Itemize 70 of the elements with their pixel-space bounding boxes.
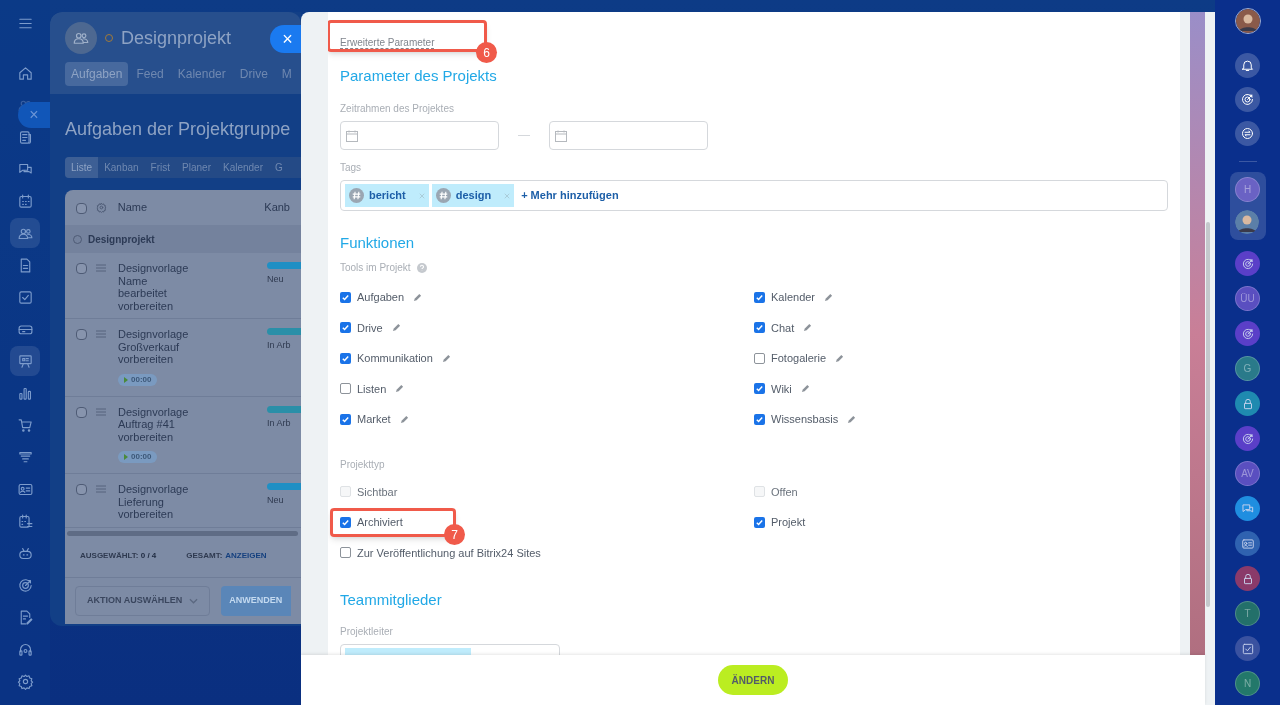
section-title: Parameter des Projekts: [340, 67, 497, 84]
view-tab[interactable]: Liste: [65, 157, 99, 178]
checkbox-label[interactable]: Projekt: [771, 514, 806, 531]
project-tab[interactable]: Drive: [233, 62, 274, 86]
field-label: Projektleiter: [340, 625, 394, 639]
field-label: Tags: [340, 161, 363, 175]
chat-avatar[interactable]: N: [1235, 671, 1260, 696]
project-tab[interactable]: Feed: [130, 62, 170, 86]
view-tab[interactable]: Kalender: [216, 157, 269, 178]
close-button[interactable]: ×: [18, 102, 50, 128]
task-name[interactable]: Designvorlage Auftrag #41 vorbereiten: [118, 405, 198, 443]
checkbox-label[interactable]: Listen: [357, 380, 387, 397]
checkbox-label[interactable]: Market: [357, 411, 391, 428]
section-title: Teammitglieder: [340, 591, 442, 608]
checkbox-label[interactable]: Wiki: [771, 380, 792, 397]
show-link[interactable]: ANZEIGEN: [225, 550, 267, 562]
change-button[interactable]: ÄNDERN: [718, 665, 788, 695]
page-heading: Aufgaben der Projektgruppe: [64, 118, 292, 141]
checkbox-label[interactable]: Fotogalerie: [771, 350, 827, 367]
tag-chip[interactable]: design: [431, 184, 515, 207]
task-name[interactable]: Designvorlage Name bearbeitet vorbereiten: [118, 262, 198, 312]
checkbox-label[interactable]: Archiviert: [357, 514, 403, 531]
stage-label: In Arb: [267, 416, 292, 430]
apply-button[interactable]: ANWENDEN: [220, 585, 291, 616]
checkbox-label[interactable]: Kommunikation: [357, 350, 433, 367]
task-name[interactable]: Designvorlage Großverkauf vorbereiten: [118, 328, 198, 366]
checkbox-label[interactable]: Drive: [357, 319, 383, 336]
close-button[interactable]: ×: [270, 25, 301, 53]
timer-badge[interactable]: 00:00: [118, 451, 158, 463]
timer-badge[interactable]: 00:00: [118, 373, 158, 386]
chat-avatar[interactable]: ÜU: [1235, 286, 1260, 311]
chat-avatar[interactable]: H: [1235, 177, 1260, 202]
checkbox-label[interactable]: Kalender: [771, 289, 816, 306]
column-header: Name: [117, 200, 149, 216]
checkbox-label[interactable]: Chat: [771, 319, 795, 336]
add-tag-link[interactable]: + Mehr hinzufügen: [521, 187, 619, 204]
tag-chip[interactable]: bericht: [345, 184, 429, 207]
project-title: Designprojekt: [121, 26, 232, 50]
project-tab[interactable]: M: [275, 62, 298, 86]
action-dropdown[interactable]: AKTION AUSWÄHLEN: [75, 585, 210, 616]
section-title: Funktionen: [340, 234, 415, 251]
project-tab[interactable]: Aufgaben: [65, 62, 129, 86]
field-label: Projekttyp: [340, 457, 386, 472]
stage-label: In Arb: [267, 339, 292, 352]
step-badge: 6: [476, 42, 497, 63]
checkbox-label[interactable]: Aufgaben: [357, 289, 405, 306]
chat-avatar[interactable]: T: [1235, 601, 1260, 626]
checkbox-label[interactable]: Wissensbasis: [771, 411, 839, 428]
step-badge: 7: [444, 524, 465, 545]
field-label: Tools im Projekt: [340, 261, 411, 275]
checkbox-label: Offen: [771, 484, 798, 500]
stage-label: Neu: [267, 494, 285, 507]
view-tab[interactable]: Planer: [176, 157, 217, 178]
view-tab[interactable]: Kanban: [98, 157, 145, 178]
view-tab[interactable]: G: [269, 157, 289, 178]
checkbox-label[interactable]: Zur Veröffentlichung auf Bitrix24 Sites: [357, 544, 541, 561]
chat-avatar[interactable]: G: [1235, 356, 1260, 381]
total-label: GESAMT:: [186, 550, 223, 562]
group-label: Designprojekt: [88, 232, 155, 247]
field-label: Zeitrahmen des Projektes: [340, 102, 455, 116]
chat-avatar[interactable]: AV: [1235, 461, 1260, 486]
stage-label: Neu: [267, 273, 285, 286]
task-name[interactable]: Designvorlage Lieferung vorbereiten: [118, 483, 198, 521]
column-header: Kanb: [264, 200, 290, 216]
advanced-settings-link[interactable]: Erweiterte Parameter: [340, 37, 435, 49]
project-tab[interactable]: Kalender: [171, 62, 232, 86]
checkbox-label: Sichtbar: [357, 484, 398, 500]
tags-field[interactable]: bericht design + Mehr hinzufügen: [340, 180, 1168, 211]
selection-count: AUSGEWÄHLT: 0 / 4: [80, 550, 157, 562]
view-tab[interactable]: Frist: [144, 157, 177, 178]
